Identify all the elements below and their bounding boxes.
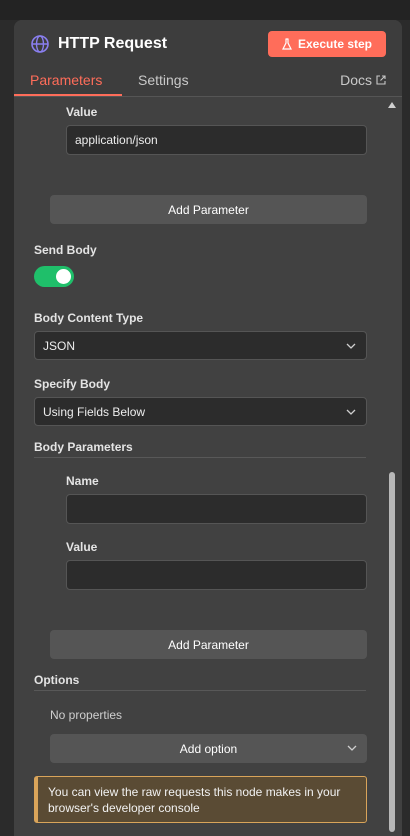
- scrollbar-thumb[interactable]: [389, 472, 395, 832]
- body-param-name-field[interactable]: [66, 494, 367, 524]
- body-parameters-divider: [34, 457, 366, 458]
- header-value-text: application/json: [75, 133, 158, 147]
- chevron-down-icon: [346, 409, 356, 415]
- notice-text: You can view the raw requests this node …: [48, 785, 341, 815]
- node-details-panel: HTTP Request Execute step Parameters Set…: [14, 20, 402, 836]
- body-parameters-title: Body Parameters: [34, 440, 133, 454]
- chevron-down-icon: [346, 343, 356, 349]
- flask-icon: [281, 38, 292, 50]
- options-divider: [34, 690, 366, 691]
- body-content-type-select[interactable]: JSON: [34, 331, 367, 360]
- specify-body-label: Specify Body: [34, 377, 111, 391]
- add-option-dropdown[interactable]: Add option: [50, 734, 367, 763]
- execute-step-button[interactable]: Execute step: [268, 31, 386, 57]
- app-top-bar: [0, 0, 410, 20]
- add-option-label: Add option: [179, 741, 238, 756]
- toggle-knob: [56, 269, 71, 284]
- docs-label: Docs: [340, 72, 372, 88]
- options-title: Options: [34, 673, 80, 687]
- developer-console-notice: You can view the raw requests this node …: [34, 776, 367, 823]
- add-header-parameter-button[interactable]: Add Parameter: [50, 195, 367, 224]
- add-body-parameter-button[interactable]: Add Parameter: [50, 630, 367, 659]
- execute-step-label: Execute step: [297, 37, 373, 51]
- docs-link[interactable]: Docs: [340, 72, 386, 88]
- tab-parameters[interactable]: Parameters: [30, 72, 102, 88]
- body-content-type-value: JSON: [43, 338, 76, 353]
- scroll-up-arrow-icon[interactable]: [388, 102, 396, 108]
- parameters-content: Value application/json Add Parameter Sen…: [14, 98, 402, 836]
- header-value-label: Value: [66, 105, 98, 119]
- body-param-name-label: Name: [66, 474, 99, 488]
- tab-settings[interactable]: Settings: [138, 72, 189, 88]
- external-link-icon: [376, 75, 386, 85]
- body-param-value-field[interactable]: [66, 560, 367, 590]
- body-param-value-label: Value: [66, 540, 98, 554]
- node-title: HTTP Request: [58, 35, 168, 52]
- active-tab-indicator: [14, 94, 122, 96]
- panel-header: HTTP Request Execute step Parameters Set…: [14, 20, 402, 97]
- specify-body-select[interactable]: Using Fields Below: [34, 397, 367, 426]
- no-properties-text: No properties: [50, 708, 123, 722]
- chevron-down-icon: [347, 745, 357, 751]
- globe-icon: [31, 35, 49, 53]
- send-body-toggle[interactable]: [34, 266, 74, 287]
- send-body-label: Send Body: [34, 243, 97, 257]
- body-content-type-label: Body Content Type: [34, 311, 144, 325]
- header-value-field[interactable]: application/json: [66, 125, 367, 155]
- specify-body-value: Using Fields Below: [43, 404, 146, 419]
